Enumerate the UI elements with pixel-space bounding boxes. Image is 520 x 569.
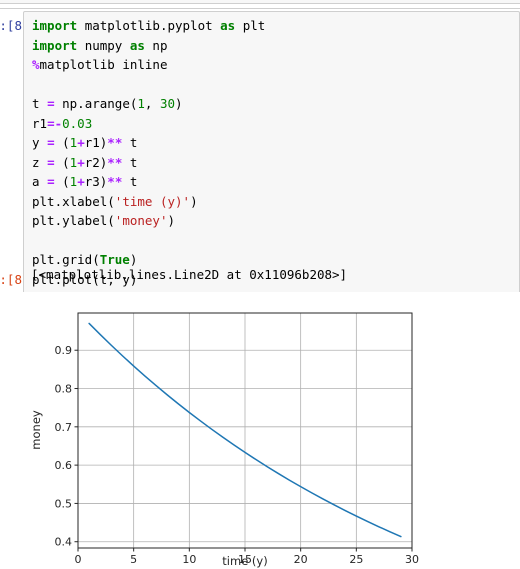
- chart-xlabel: time (y): [222, 554, 267, 568]
- line-chart-svg: 0 5 10 15 20 25 300.40.50.60.70.80.9 time (y) …: [22, 292, 520, 569]
- matplotlib-figure: 0 5 10 15 20 25 30 0.4 0.5 0.6 0.7 0.8 0.9 time (y) …: [22, 292, 520, 569]
- x-tick-label: 30: [405, 553, 419, 566]
- y-tick-label: 0.6: [55, 459, 73, 472]
- y-tick-label: 0.7: [55, 421, 73, 434]
- x-tick-label: 25: [349, 553, 363, 566]
- y-tick-label: 0.8: [55, 383, 73, 396]
- x-tick-label: 10: [182, 553, 196, 566]
- figure-background: [22, 292, 520, 569]
- y-tick-label: 0.5: [55, 497, 73, 510]
- x-tick-label: 5: [130, 553, 137, 566]
- output-repr-text: [<matplotlib.lines.Line2D at 0x11096b208…: [31, 267, 348, 282]
- code-editor[interactable]: import matplotlib.pyplot as plt import n…: [23, 11, 520, 294]
- chart-ylabel: money: [29, 410, 43, 450]
- code-cell-output-text: 8]: [<matplotlib.lines.Line2D at 0x11096…: [0, 265, 520, 290]
- code-cell-input[interactable]: 8]: import matplotlib.pyplot as plt impo…: [0, 11, 520, 294]
- notebook-top-divider-2: [0, 4, 520, 9]
- input-prompt-label: 8]:: [0, 18, 22, 33]
- x-tick-label: 20: [294, 553, 308, 566]
- y-tick-label: 0.9: [55, 344, 73, 357]
- output-prompt-label: 8]:: [0, 272, 22, 287]
- y-tick-label: 0.4: [55, 536, 73, 549]
- x-tick-label: 0: [75, 553, 82, 566]
- code-source[interactable]: import matplotlib.pyplot as plt import n…: [32, 16, 513, 289]
